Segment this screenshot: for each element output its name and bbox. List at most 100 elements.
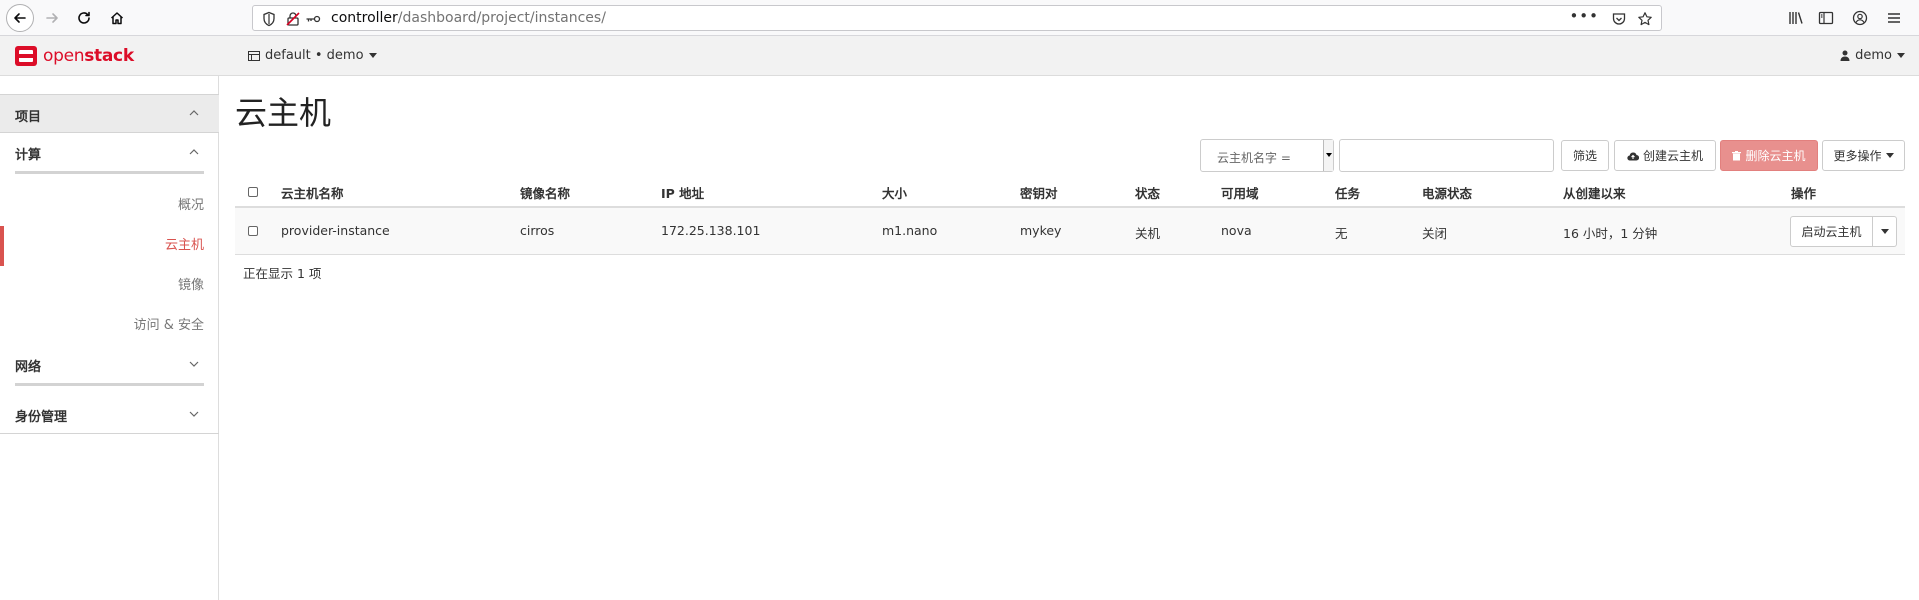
reload-icon bbox=[78, 11, 90, 24]
start-instance-button[interactable]: 启动云主机 bbox=[1790, 216, 1873, 247]
caret-down-icon bbox=[1885, 153, 1894, 158]
insecure-lock-icon[interactable] bbox=[285, 11, 301, 27]
user-menu[interactable]: demo bbox=[1840, 48, 1905, 63]
url-bar[interactable]: controller/dashboard/project/instances/ … bbox=[252, 5, 1662, 31]
divider bbox=[15, 171, 204, 174]
row-action-group: 启动云主机 bbox=[1790, 216, 1897, 247]
instance-ip: 172.25.138.101 bbox=[661, 223, 761, 238]
instance-status: 关机 bbox=[1135, 226, 1161, 241]
create-instance-button[interactable]: 创建云主机 bbox=[1614, 140, 1716, 171]
shield-icon[interactable] bbox=[261, 11, 277, 27]
chevron-up-icon bbox=[189, 110, 199, 116]
cloud-upload-icon bbox=[1627, 152, 1639, 161]
brand-stack: stack bbox=[84, 46, 134, 66]
create-instance-label: 创建云主机 bbox=[1642, 149, 1703, 163]
hamburger-menu-icon[interactable] bbox=[1886, 10, 1902, 26]
instance-size-link[interactable]: m1.nano bbox=[882, 223, 937, 238]
page-actions-menu[interactable]: ••• bbox=[1569, 7, 1599, 25]
sidebar-icon[interactable] bbox=[1818, 10, 1834, 26]
star-icon[interactable] bbox=[1637, 11, 1653, 27]
trash-icon bbox=[1732, 150, 1742, 160]
column-header-task[interactable]: 任务 bbox=[1335, 183, 1360, 202]
column-header-status[interactable]: 状态 bbox=[1135, 183, 1160, 202]
sidebar-group-network[interactable]: 网络 bbox=[15, 346, 204, 386]
column-header-az[interactable]: 可用域 bbox=[1221, 183, 1259, 202]
column-header-keypair[interactable]: 密钥对 bbox=[1020, 183, 1058, 202]
chevron-down-icon bbox=[189, 411, 199, 417]
library-icon[interactable] bbox=[1788, 10, 1804, 26]
filter-button[interactable]: 筛选 bbox=[1561, 140, 1609, 171]
column-header-age[interactable]: 从创建以来 bbox=[1563, 183, 1626, 202]
url-host: controller bbox=[331, 10, 398, 26]
sidebar-section-identity[interactable]: 身份管理 bbox=[0, 394, 219, 434]
sidebar-item-access-security[interactable]: 访问 & 安全 bbox=[0, 306, 219, 346]
filter-button-label: 筛选 bbox=[1572, 149, 1597, 163]
sidebar-group-label: 计算 bbox=[15, 148, 42, 163]
instance-keypair: mykey bbox=[1020, 223, 1062, 238]
caret-down-icon bbox=[368, 53, 377, 58]
column-header-image[interactable]: 镜像名称 bbox=[520, 183, 570, 202]
table-header: 云主机名称 镜像名称 IP 地址 大小 密钥对 状态 可用域 任务 电源状态 从… bbox=[235, 175, 1905, 208]
brand-open: open bbox=[43, 46, 85, 66]
sidebar-item-images[interactable]: 镜像 bbox=[0, 266, 219, 306]
sidebar: 项目 计算 概况 云主机 镜像 访问 & 安全 网络 身份管理 bbox=[0, 76, 219, 600]
list-icon bbox=[248, 50, 260, 61]
openstack-logo-icon bbox=[15, 46, 37, 66]
column-header-actions: 操作 bbox=[1791, 186, 1817, 201]
user-menu-label: demo bbox=[1855, 48, 1892, 63]
url-text[interactable]: controller/dashboard/project/instances/ bbox=[331, 10, 606, 26]
filter-field-label: 云主机名字 = bbox=[1217, 151, 1291, 165]
delete-instances-button[interactable]: 删除云主机 bbox=[1720, 140, 1818, 171]
sidebar-group-compute[interactable]: 计算 bbox=[15, 134, 204, 174]
instance-image: cirros bbox=[520, 223, 555, 238]
page-title: 云主机 bbox=[235, 94, 332, 132]
pocket-icon[interactable] bbox=[1611, 11, 1627, 27]
filter-input[interactable] bbox=[1339, 139, 1554, 172]
instance-task: 无 bbox=[1335, 226, 1348, 241]
sidebar-section-label: 身份管理 bbox=[15, 410, 68, 425]
caret-down-icon bbox=[1897, 53, 1905, 58]
more-actions-button[interactable]: 更多操作 bbox=[1822, 140, 1905, 171]
sidebar-section-project[interactable]: 项目 bbox=[0, 94, 219, 133]
item-count: 正在显示 1 项 bbox=[243, 266, 322, 281]
back-button[interactable] bbox=[6, 4, 34, 32]
instance-age: 16 小时，1 分钟 bbox=[1563, 226, 1658, 241]
user-icon bbox=[1840, 50, 1850, 61]
row-checkbox[interactable] bbox=[248, 226, 258, 236]
browser-toolbar: controller/dashboard/project/instances/ … bbox=[0, 0, 1919, 36]
caret-down-icon bbox=[1326, 153, 1332, 157]
more-actions-label: 更多操作 bbox=[1833, 149, 1882, 163]
project-selector[interactable]: default • demo bbox=[248, 48, 377, 63]
arrow-left-icon bbox=[14, 13, 26, 23]
openstack-logo[interactable]: openstack bbox=[14, 45, 134, 67]
table-row: provider-instance cirros 172.25.138.101 … bbox=[235, 208, 1905, 255]
reload-button[interactable] bbox=[70, 4, 98, 32]
sidebar-section-label: 项目 bbox=[15, 110, 42, 125]
brand-name: openstack bbox=[43, 46, 134, 66]
column-header-name[interactable]: 云主机名称 bbox=[281, 183, 344, 202]
instance-power-state: 关闭 bbox=[1422, 226, 1448, 241]
sidebar-group-label: 网络 bbox=[15, 360, 42, 375]
openstack-header: openstack default • demo demo bbox=[0, 36, 1919, 76]
instance-name-link[interactable]: provider-instance bbox=[281, 223, 390, 238]
column-header-power[interactable]: 电源状态 bbox=[1422, 183, 1472, 202]
sidebar-item-instances[interactable]: 云主机 bbox=[0, 226, 219, 266]
home-button[interactable] bbox=[103, 4, 131, 32]
select-arrow bbox=[1323, 140, 1333, 171]
column-header-size[interactable]: 大小 bbox=[882, 183, 907, 202]
project-selector-label: default • demo bbox=[265, 48, 364, 63]
divider bbox=[15, 383, 204, 386]
chevron-up-icon bbox=[189, 149, 199, 155]
row-actions-dropdown[interactable] bbox=[1873, 216, 1897, 247]
key-icon[interactable] bbox=[305, 11, 321, 27]
account-icon[interactable] bbox=[1852, 10, 1868, 26]
sidebar-item-overview[interactable]: 概况 bbox=[0, 186, 219, 226]
forward-button[interactable] bbox=[38, 4, 66, 32]
column-header-ip[interactable]: IP 地址 bbox=[661, 183, 704, 202]
arrow-right-icon bbox=[46, 13, 58, 23]
filter-field-select[interactable]: 云主机名字 = bbox=[1200, 139, 1334, 172]
instance-az: nova bbox=[1221, 223, 1252, 238]
delete-instances-label: 删除云主机 bbox=[1745, 149, 1806, 163]
select-all-checkbox[interactable] bbox=[248, 187, 258, 197]
caret-down-icon bbox=[1880, 229, 1889, 234]
